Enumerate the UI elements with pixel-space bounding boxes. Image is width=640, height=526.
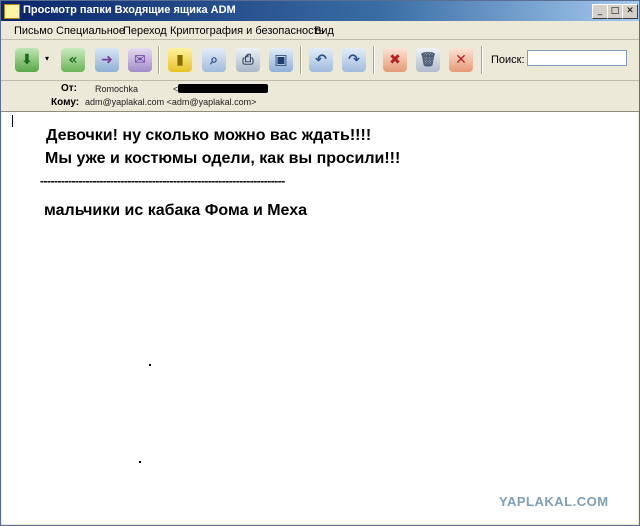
minimize-button[interactable]: _ <box>592 4 608 19</box>
menu-bar: Письмо Специальное Переход Криптография … <box>1 22 639 40</box>
folder-icon <box>4 4 20 19</box>
toolbar-separator <box>373 46 375 74</box>
reply-all-icon[interactable]: « <box>61 48 85 72</box>
menu-letter[interactable]: Письмо <box>14 25 53 37</box>
from-name[interactable]: Romochka <box>95 84 138 94</box>
get-mail-icon[interactable]: ⬇ <box>15 48 39 72</box>
toolbar-separator <box>158 46 160 74</box>
junk-icon[interactable]: ✕ <box>449 48 473 72</box>
forward-icon[interactable]: ➜ <box>95 48 119 72</box>
from-label: От: <box>61 83 78 94</box>
toolbar-separator <box>300 46 302 74</box>
separator-line: ----------------------------------------… <box>40 174 285 188</box>
window-title: Просмотр папки Входящие ящика ADM <box>23 4 236 16</box>
to-value[interactable]: adm@yaplakal.com <adm@yaplakal.com> <box>85 97 256 107</box>
speck <box>139 461 141 463</box>
delete-icon[interactable]: 🗑 <box>416 48 440 72</box>
maximize-button[interactable]: □ <box>607 4 623 19</box>
print-icon[interactable]: ⎙ <box>236 48 260 72</box>
title-bar[interactable]: Просмотр папки Входящие ящика ADM _ □ ✕ <box>1 1 639 21</box>
message-body[interactable]: Девочки! ну сколько можно вас ждать!!!! … <box>2 112 638 524</box>
menu-special[interactable]: Специальное <box>56 25 125 37</box>
watermark: YAPLAKAL.COM <box>499 494 609 509</box>
message-line-2: Мы уже и костюмы одели, как вы просили!!… <box>45 150 401 167</box>
menu-crypto[interactable]: Криптография и безопасность <box>170 25 324 37</box>
dropdown-arrow-icon[interactable]: ▾ <box>43 54 51 64</box>
message-headers: От: Romochka < Кому: adm@yaplakal.com <a… <box>1 81 639 112</box>
address-book-icon[interactable]: ▮ <box>168 48 192 72</box>
menu-go[interactable]: Переход <box>123 25 167 37</box>
search-label: Поиск: <box>491 54 525 66</box>
find-icon[interactable]: ⌕ <box>202 48 226 72</box>
mark-spam-icon[interactable]: ✖ <box>383 48 407 72</box>
search-input[interactable] <box>527 50 627 66</box>
close-button[interactable]: ✕ <box>622 4 638 19</box>
new-message-icon[interactable]: ✉ <box>128 48 152 72</box>
signature: мальчики ис кабака Фома и Меха <box>44 202 308 219</box>
to-label: Кому: <box>51 97 80 108</box>
text-caret <box>12 115 13 127</box>
speck <box>149 364 151 366</box>
previous-icon[interactable]: ↶ <box>309 48 333 72</box>
menu-view[interactable]: Вид <box>314 25 334 37</box>
mail-window: Просмотр папки Входящие ящика ADM _ □ ✕ … <box>0 0 640 526</box>
toolbar-separator <box>481 46 483 74</box>
message-line-1: Девочки! ну сколько можно вас ждать!!!! <box>46 127 372 144</box>
redaction-mark <box>178 84 268 93</box>
save-icon[interactable]: ▣ <box>269 48 293 72</box>
next-icon[interactable]: ↷ <box>342 48 366 72</box>
toolbar: ⬇ ▾ « ➜ ✉ ▮ ⌕ ⎙ ▣ ↶ ↷ ✖ 🗑 ✕ Поиск: <box>1 40 639 81</box>
